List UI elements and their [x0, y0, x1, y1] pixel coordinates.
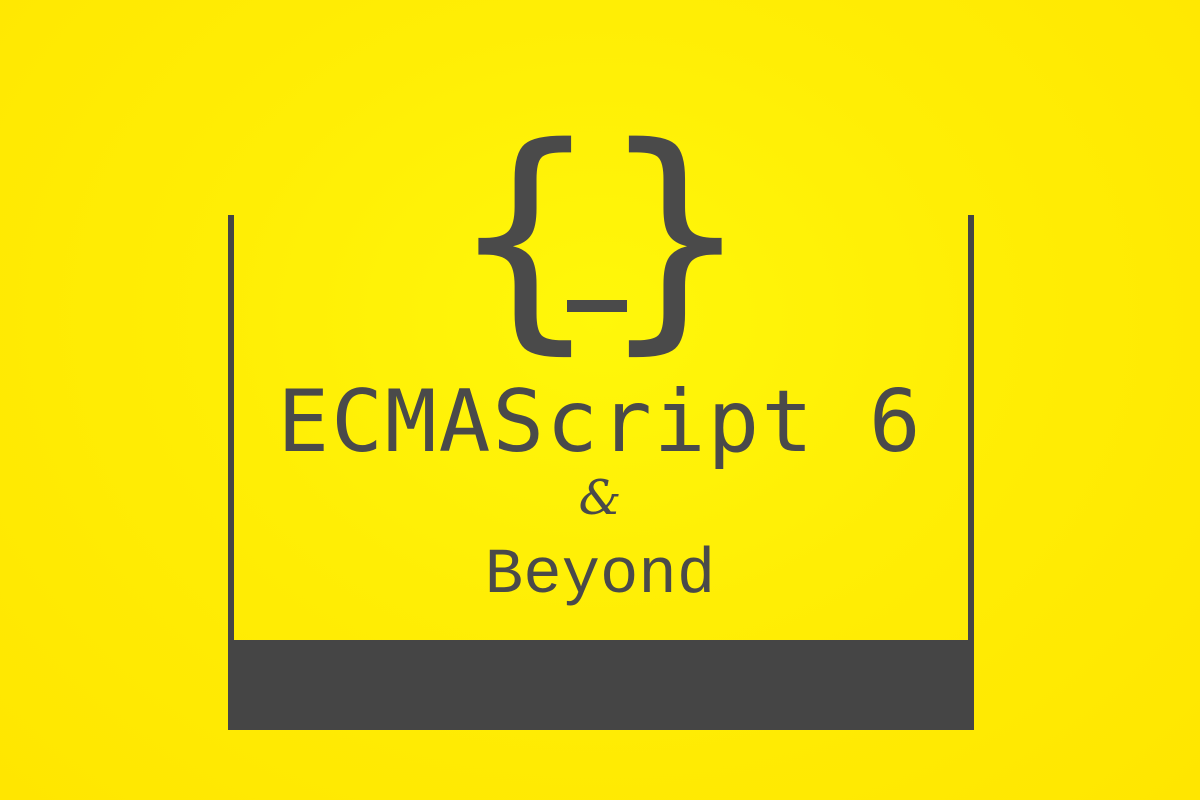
code-braces-cursor-icon: { }	[453, 115, 748, 355]
frame-bottom-bar	[228, 640, 974, 730]
open-brace: {	[452, 95, 598, 375]
main-title: ECMAScript 6	[277, 372, 923, 472]
cursor-underscore	[567, 300, 627, 312]
close-brace: }	[603, 95, 748, 375]
ampersand: &	[578, 470, 622, 526]
cover-artwork: { } ECMAScript 6 & Beyond	[0, 0, 1200, 800]
subtitle: Beyond	[484, 540, 716, 612]
